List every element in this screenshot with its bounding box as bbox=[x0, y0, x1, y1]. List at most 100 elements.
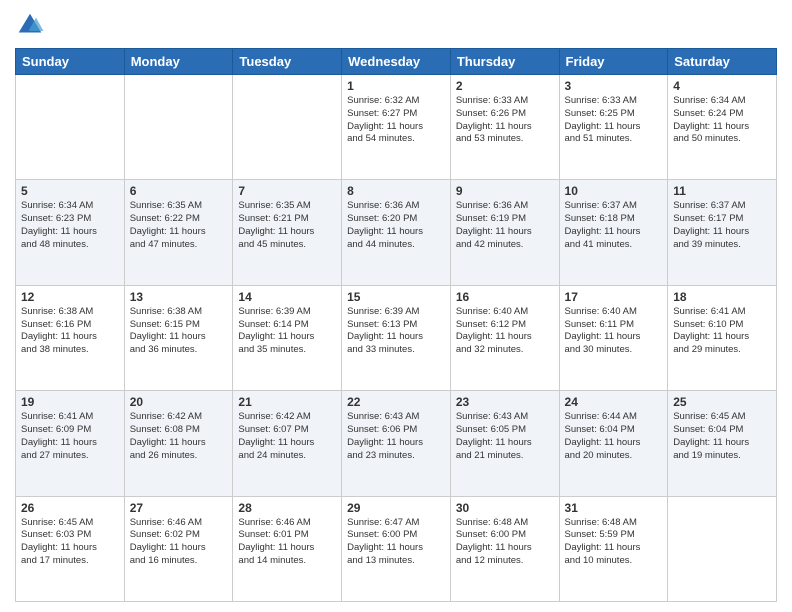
day-number: 28 bbox=[238, 501, 336, 515]
calendar-cell: 24 Sunrise: 6:44 AM Sunset: 6:04 PM Dayli… bbox=[559, 391, 668, 496]
page: SundayMondayTuesdayWednesdayThursdayFrid… bbox=[0, 0, 792, 612]
day-number: 31 bbox=[565, 501, 663, 515]
day-info: Sunrise: 6:42 AM Sunset: 6:07 PM Dayligh… bbox=[238, 411, 336, 462]
weekday-header-saturday: Saturday bbox=[668, 49, 777, 75]
day-info: Sunrise: 6:39 AM Sunset: 6:13 PM Dayligh… bbox=[347, 306, 445, 357]
day-info: Sunrise: 6:32 AM Sunset: 6:27 PM Dayligh… bbox=[347, 95, 445, 146]
day-number: 5 bbox=[21, 184, 119, 198]
day-number: 12 bbox=[21, 290, 119, 304]
calendar-cell: 19Sunrise: 6:41 AM Sunset: 6:09 PM Dayli… bbox=[16, 391, 125, 496]
day-number: 11 bbox=[673, 184, 771, 198]
day-number: 15 bbox=[347, 290, 445, 304]
weekday-header-thursday: Thursday bbox=[450, 49, 559, 75]
week-row-4: 26 Sunrise: 6:45 AM Sunset: 6:03 PM Dayli… bbox=[16, 496, 777, 601]
calendar-cell: 5 Sunrise: 6:34 AM Sunset: 6:23 PM Daylig… bbox=[16, 180, 125, 285]
weekday-header-wednesday: Wednesday bbox=[342, 49, 451, 75]
day-number: 3 bbox=[565, 79, 663, 93]
day-info: Sunrise: 6:36 AM Sunset: 6:20 PM Dayligh… bbox=[347, 200, 445, 251]
calendar-cell: 3 Sunrise: 6:33 AM Sunset: 6:25 PM Daylig… bbox=[559, 75, 668, 180]
day-number: 10 bbox=[565, 184, 663, 198]
weekday-header-tuesday: Tuesday bbox=[233, 49, 342, 75]
day-number: 8 bbox=[347, 184, 445, 198]
calendar-cell: 25Sunrise: 6:45 AM Sunset: 6:04 PM Dayli… bbox=[668, 391, 777, 496]
day-info: Sunrise: 6:34 AM Sunset: 6:23 PM Dayligh… bbox=[21, 200, 119, 251]
day-info: Sunrise: 6:38 AM Sunset: 6:15 PM Dayligh… bbox=[130, 306, 228, 357]
day-info: Sunrise: 6:46 AM Sunset: 6:01 PM Dayligh… bbox=[238, 517, 336, 568]
day-info: Sunrise: 6:33 AM Sunset: 6:25 PM Dayligh… bbox=[565, 95, 663, 146]
day-info: Sunrise: 6:41 AM Sunset: 6:10 PM Dayligh… bbox=[673, 306, 771, 357]
week-row-1: 5 Sunrise: 6:34 AM Sunset: 6:23 PM Daylig… bbox=[16, 180, 777, 285]
logo bbox=[15, 10, 49, 40]
day-info: Sunrise: 6:47 AM Sunset: 6:00 PM Dayligh… bbox=[347, 517, 445, 568]
calendar-cell: 20Sunrise: 6:42 AM Sunset: 6:08 PM Dayli… bbox=[124, 391, 233, 496]
day-number: 1 bbox=[347, 79, 445, 93]
day-info: Sunrise: 6:43 AM Sunset: 6:06 PM Dayligh… bbox=[347, 411, 445, 462]
day-number: 6 bbox=[130, 184, 228, 198]
day-info: Sunrise: 6:37 AM Sunset: 6:18 PM Dayligh… bbox=[565, 200, 663, 251]
day-info: Sunrise: 6:33 AM Sunset: 6:26 PM Dayligh… bbox=[456, 95, 554, 146]
weekday-header-row: SundayMondayTuesdayWednesdayThursdayFrid… bbox=[16, 49, 777, 75]
day-info: Sunrise: 6:45 AM Sunset: 6:04 PM Dayligh… bbox=[673, 411, 771, 462]
day-number: 18 bbox=[673, 290, 771, 304]
day-number: 24 bbox=[565, 395, 663, 409]
calendar-cell: 16 Sunrise: 6:40 AM Sunset: 6:12 PM Dayli… bbox=[450, 285, 559, 390]
day-info: Sunrise: 6:40 AM Sunset: 6:12 PM Dayligh… bbox=[456, 306, 554, 357]
day-info: Sunrise: 6:34 AM Sunset: 6:24 PM Dayligh… bbox=[673, 95, 771, 146]
day-number: 16 bbox=[456, 290, 554, 304]
day-info: Sunrise: 6:39 AM Sunset: 6:14 PM Dayligh… bbox=[238, 306, 336, 357]
day-number: 27 bbox=[130, 501, 228, 515]
week-row-2: 12 Sunrise: 6:38 AM Sunset: 6:16 PM Dayli… bbox=[16, 285, 777, 390]
calendar-cell: 17 Sunrise: 6:40 AM Sunset: 6:11 PM Dayli… bbox=[559, 285, 668, 390]
day-number: 29 bbox=[347, 501, 445, 515]
calendar-cell: 15 Sunrise: 6:39 AM Sunset: 6:13 PM Dayli… bbox=[342, 285, 451, 390]
day-info: Sunrise: 6:35 AM Sunset: 6:21 PM Dayligh… bbox=[238, 200, 336, 251]
logo-icon bbox=[15, 10, 45, 40]
day-info: Sunrise: 6:48 AM Sunset: 5:59 PM Dayligh… bbox=[565, 517, 663, 568]
calendar-cell: 11 Sunrise: 6:37 AM Sunset: 6:17 PM Dayli… bbox=[668, 180, 777, 285]
calendar-cell: 2 Sunrise: 6:33 AM Sunset: 6:26 PM Daylig… bbox=[450, 75, 559, 180]
calendar-cell: 14 Sunrise: 6:39 AM Sunset: 6:14 PM Dayli… bbox=[233, 285, 342, 390]
day-number: 19 bbox=[21, 395, 119, 409]
weekday-header-monday: Monday bbox=[124, 49, 233, 75]
calendar-cell: 31 Sunrise: 6:48 AM Sunset: 5:59 PM Dayli… bbox=[559, 496, 668, 601]
calendar-cell: 9Sunrise: 6:36 AM Sunset: 6:19 PM Daylig… bbox=[450, 180, 559, 285]
calendar-cell bbox=[668, 496, 777, 601]
calendar-cell: 26 Sunrise: 6:45 AM Sunset: 6:03 PM Dayli… bbox=[16, 496, 125, 601]
calendar-cell bbox=[16, 75, 125, 180]
calendar-cell: 23 Sunrise: 6:43 AM Sunset: 6:05 PM Dayli… bbox=[450, 391, 559, 496]
calendar-cell: 27Sunrise: 6:46 AM Sunset: 6:02 PM Dayli… bbox=[124, 496, 233, 601]
day-info: Sunrise: 6:42 AM Sunset: 6:08 PM Dayligh… bbox=[130, 411, 228, 462]
day-number: 2 bbox=[456, 79, 554, 93]
calendar-cell: 21 Sunrise: 6:42 AM Sunset: 6:07 PM Dayli… bbox=[233, 391, 342, 496]
calendar-cell: 22Sunrise: 6:43 AM Sunset: 6:06 PM Dayli… bbox=[342, 391, 451, 496]
day-number: 7 bbox=[238, 184, 336, 198]
day-info: Sunrise: 6:40 AM Sunset: 6:11 PM Dayligh… bbox=[565, 306, 663, 357]
day-info: Sunrise: 6:37 AM Sunset: 6:17 PM Dayligh… bbox=[673, 200, 771, 251]
day-info: Sunrise: 6:38 AM Sunset: 6:16 PM Dayligh… bbox=[21, 306, 119, 357]
day-number: 23 bbox=[456, 395, 554, 409]
day-number: 30 bbox=[456, 501, 554, 515]
calendar-cell: 12 Sunrise: 6:38 AM Sunset: 6:16 PM Dayli… bbox=[16, 285, 125, 390]
day-info: Sunrise: 6:48 AM Sunset: 6:00 PM Dayligh… bbox=[456, 517, 554, 568]
header bbox=[15, 10, 777, 40]
calendar-cell: 10 Sunrise: 6:37 AM Sunset: 6:18 PM Dayli… bbox=[559, 180, 668, 285]
calendar-cell bbox=[124, 75, 233, 180]
day-number: 13 bbox=[130, 290, 228, 304]
day-number: 17 bbox=[565, 290, 663, 304]
day-number: 26 bbox=[21, 501, 119, 515]
week-row-0: 1 Sunrise: 6:32 AM Sunset: 6:27 PM Daylig… bbox=[16, 75, 777, 180]
calendar-cell: 6Sunrise: 6:35 AM Sunset: 6:22 PM Daylig… bbox=[124, 180, 233, 285]
calendar-cell bbox=[233, 75, 342, 180]
day-info: Sunrise: 6:44 AM Sunset: 6:04 PM Dayligh… bbox=[565, 411, 663, 462]
day-info: Sunrise: 6:43 AM Sunset: 6:05 PM Dayligh… bbox=[456, 411, 554, 462]
calendar-cell: 4Sunrise: 6:34 AM Sunset: 6:24 PM Daylig… bbox=[668, 75, 777, 180]
day-number: 21 bbox=[238, 395, 336, 409]
calendar-cell: 28 Sunrise: 6:46 AM Sunset: 6:01 PM Dayli… bbox=[233, 496, 342, 601]
weekday-header-friday: Friday bbox=[559, 49, 668, 75]
calendar-cell: 30 Sunrise: 6:48 AM Sunset: 6:00 PM Dayli… bbox=[450, 496, 559, 601]
calendar-cell: 13 Sunrise: 6:38 AM Sunset: 6:15 PM Dayli… bbox=[124, 285, 233, 390]
day-info: Sunrise: 6:45 AM Sunset: 6:03 PM Dayligh… bbox=[21, 517, 119, 568]
weekday-header-sunday: Sunday bbox=[16, 49, 125, 75]
day-info: Sunrise: 6:36 AM Sunset: 6:19 PM Dayligh… bbox=[456, 200, 554, 251]
day-number: 14 bbox=[238, 290, 336, 304]
